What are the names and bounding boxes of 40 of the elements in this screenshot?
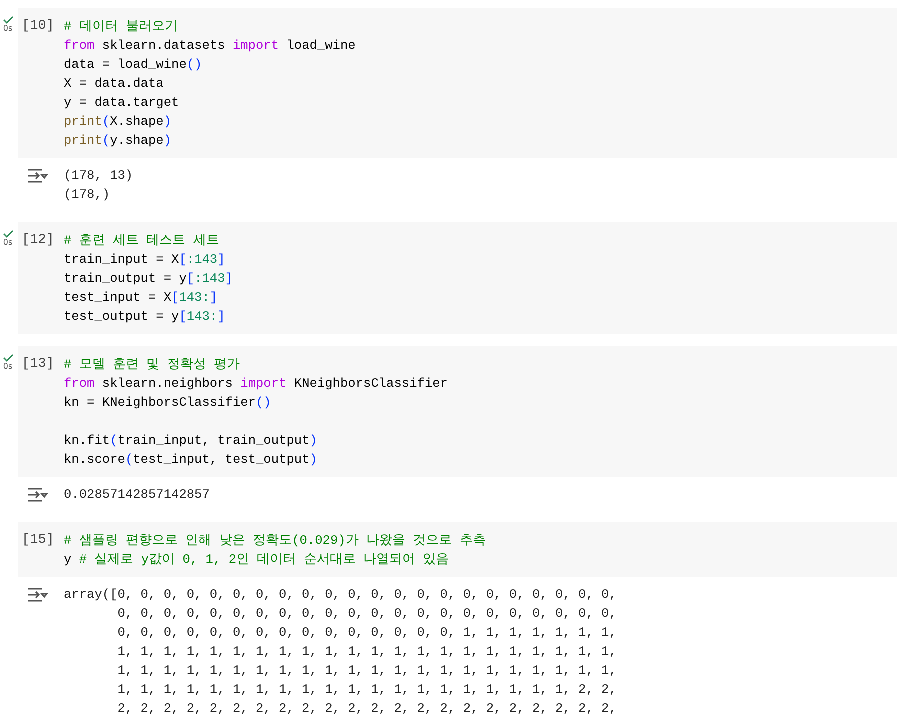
code-line: y # 실제로 y값이 0, 1, 2인 데이터 순서대로 나열되어 있음: [64, 551, 450, 569]
code-line: train_output = y[:143]: [64, 270, 233, 288]
output-line: 1, 1, 1, 1, 1, 1, 1, 1, 1, 1, 1, 1, 1, 1, 1, 1, 1, 1, 1, 1, 1, 1,: [116, 643, 617, 661]
execution-count: [13]: [21, 356, 56, 374]
output-line: 0, 0, 0, 0, 0, 0, 0, 0, 0, 0, 0, 0, 0, 0, 0, 0, 0, 0, 0, 0, 0, 0,: [116, 605, 617, 623]
code-cell[interactable]: [15] # 샘플링 편향으로 인해 낮은 정확도(0.029)가 나왔을 것으로 추측 y # 실제로 y값이 0, 1, 2인 데이터 순서대로 나열되어 있음: [18, 522, 897, 577]
code-line: kn = KNeighborsClassifier(): [64, 394, 272, 412]
code-line: train_input = X[:143]: [64, 251, 226, 269]
execution-count: [15]: [21, 532, 56, 550]
output-line: (178,): [64, 186, 112, 204]
code-line: kn.score(test_input, test_output): [64, 451, 318, 469]
code-line: # 샘플링 편향으로 인해 낮은 정확도(0.029)가 나왔을 것으로 추측: [64, 532, 486, 550]
execution-count: [10]: [21, 18, 56, 36]
code-line: print(X.shape): [64, 113, 173, 131]
code-line: from sklearn.datasets import load_wine: [64, 37, 356, 55]
output-line: array([0, 0, 0, 0, 0, 0, 0, 0, 0, 0, 0, 0, 0, 0, 0, 0, 0, 0, 0, 0, 0, 0,: [64, 586, 617, 604]
output-line: 1, 1, 1, 1, 1, 1, 1, 1, 1, 1, 1, 1, 1, 1, 1, 1, 1, 1, 1, 1, 1, 1,: [116, 662, 617, 680]
code-line: # 데이터 불러오기: [64, 18, 180, 36]
output-line: 2, 2, 2, 2, 2, 2, 2, 2, 2, 2, 2, 2, 2, 2, 2, 2, 2, 2, 2, 2, 2, 2,: [116, 700, 617, 718]
output-line: 0, 0, 0, 0, 0, 0, 0, 0, 0, 0, 0, 0, 0, 0, 0, 1, 1, 1, 1, 1, 1, 1,: [116, 624, 617, 642]
output-toggle-icon[interactable]: [26, 487, 48, 503]
execution-count: [12]: [21, 232, 56, 250]
run-time: 0s: [3, 238, 13, 247]
code-line: test_output = y[143:]: [64, 308, 226, 326]
code-line: test_input = X[143:]: [64, 289, 219, 307]
output-toggle-icon[interactable]: [26, 168, 48, 184]
output-line: 0.02857142857142857: [64, 486, 210, 504]
code-line: kn.fit(train_input, train_output): [64, 432, 318, 450]
code-line: X = data.data: [64, 75, 165, 93]
run-time: 0s: [3, 24, 13, 33]
code-line: # 훈련 세트 테스트 세트: [64, 232, 220, 250]
code-line: from sklearn.neighbors import KNeighborsClassifier: [64, 375, 448, 393]
code-line: # 모델 훈련 및 정확성 평가: [64, 356, 242, 374]
code-line: print(y.shape): [64, 132, 173, 150]
output-line: (178, 13): [64, 167, 134, 185]
output-line: 1, 1, 1, 1, 1, 1, 1, 1, 1, 1, 1, 1, 1, 1, 1, 1, 1, 1, 1, 1, 2, 2,: [116, 681, 617, 699]
code-line: y = data.target: [64, 94, 180, 112]
run-time: 0s: [3, 362, 13, 371]
output-toggle-icon[interactable]: [26, 587, 48, 603]
code-line: data = load_wine(): [64, 56, 204, 74]
